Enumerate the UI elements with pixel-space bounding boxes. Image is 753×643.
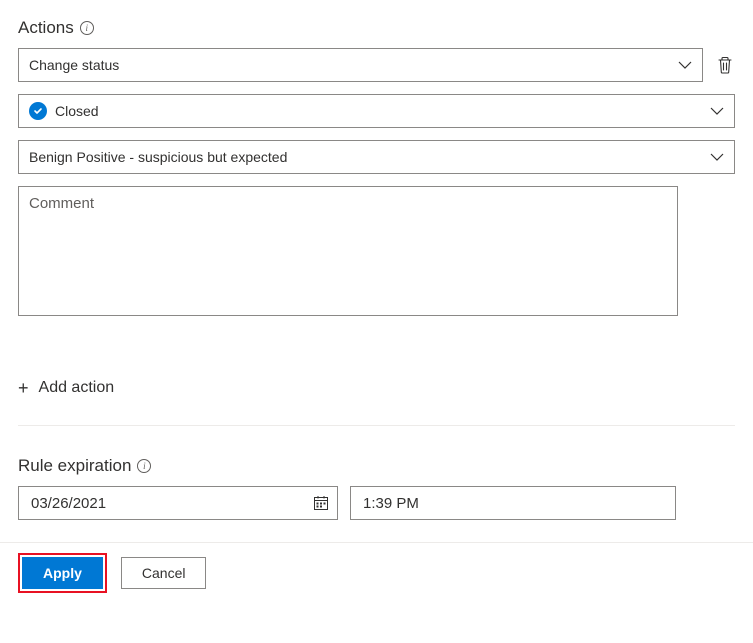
delete-action-button[interactable] [715, 55, 735, 75]
actions-header: Actions i [18, 18, 735, 38]
rule-expiration-title: Rule expiration [18, 456, 131, 476]
actions-title: Actions [18, 18, 74, 38]
chevron-down-icon [710, 104, 724, 118]
dropdown-label: Closed [55, 103, 99, 119]
change-status-dropdown[interactable]: Change status [18, 48, 703, 82]
section-divider [18, 425, 735, 426]
expiration-time-field[interactable] [350, 486, 676, 520]
expiration-date-input[interactable] [29, 494, 313, 513]
dropdown-label: Benign Positive - suspicious but expecte… [29, 149, 287, 165]
add-action-label: Add action [39, 379, 115, 397]
add-action-button[interactable]: + Add action [18, 379, 735, 397]
expiration-date-field[interactable] [18, 486, 338, 520]
button-row: Apply Cancel [18, 553, 735, 593]
cancel-button[interactable]: Cancel [121, 557, 207, 589]
action-row-change-status: Change status [18, 48, 735, 82]
expiration-time-input[interactable] [361, 494, 665, 513]
footer-divider [0, 542, 753, 543]
info-icon[interactable]: i [80, 21, 94, 35]
info-icon[interactable]: i [137, 459, 151, 473]
trash-icon [717, 56, 733, 74]
chevron-down-icon [710, 150, 724, 164]
chevron-down-icon [678, 58, 692, 72]
classification-dropdown[interactable]: Benign Positive - suspicious but expecte… [18, 140, 735, 174]
apply-highlight: Apply [18, 553, 107, 593]
expiration-row [18, 486, 735, 520]
apply-button[interactable]: Apply [22, 557, 103, 589]
plus-icon: + [18, 379, 29, 397]
checkmark-icon [29, 102, 47, 120]
rule-expiration-header: Rule expiration i [18, 456, 735, 476]
calendar-icon[interactable] [313, 495, 329, 511]
comment-textarea[interactable] [18, 186, 678, 316]
action-row-closed: Closed [18, 94, 735, 128]
action-row-classification: Benign Positive - suspicious but expecte… [18, 140, 735, 174]
closed-dropdown[interactable]: Closed [18, 94, 735, 128]
dropdown-label: Change status [29, 57, 119, 73]
